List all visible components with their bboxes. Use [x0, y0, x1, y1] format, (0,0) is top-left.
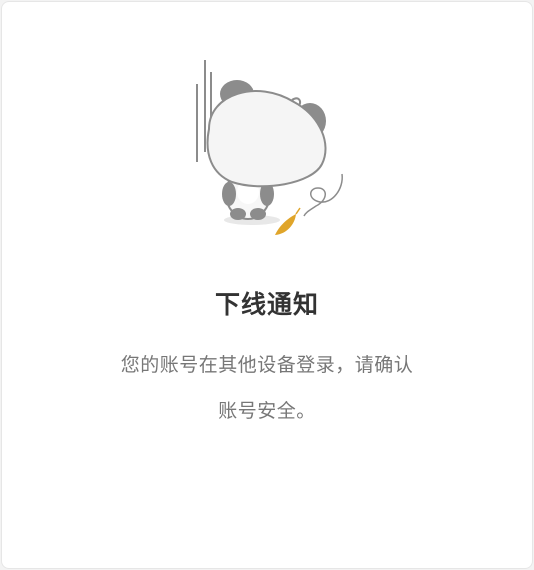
falling-panda-icon [196, 60, 343, 235]
dialog-title: 下线通知 [214, 290, 319, 319]
dialog-message-line-1: 您的账号在其他设备登录，请确认 [120, 354, 414, 376]
dialog-message-line-2: 账号安全。 [218, 400, 316, 422]
offline-notice-dialog: 下线通知 您的账号在其他设备登录，请确认 账号安全。 [1, 1, 533, 569]
dialog-message: 您的账号在其他设备登录，请确认 账号安全。 [2, 342, 532, 434]
